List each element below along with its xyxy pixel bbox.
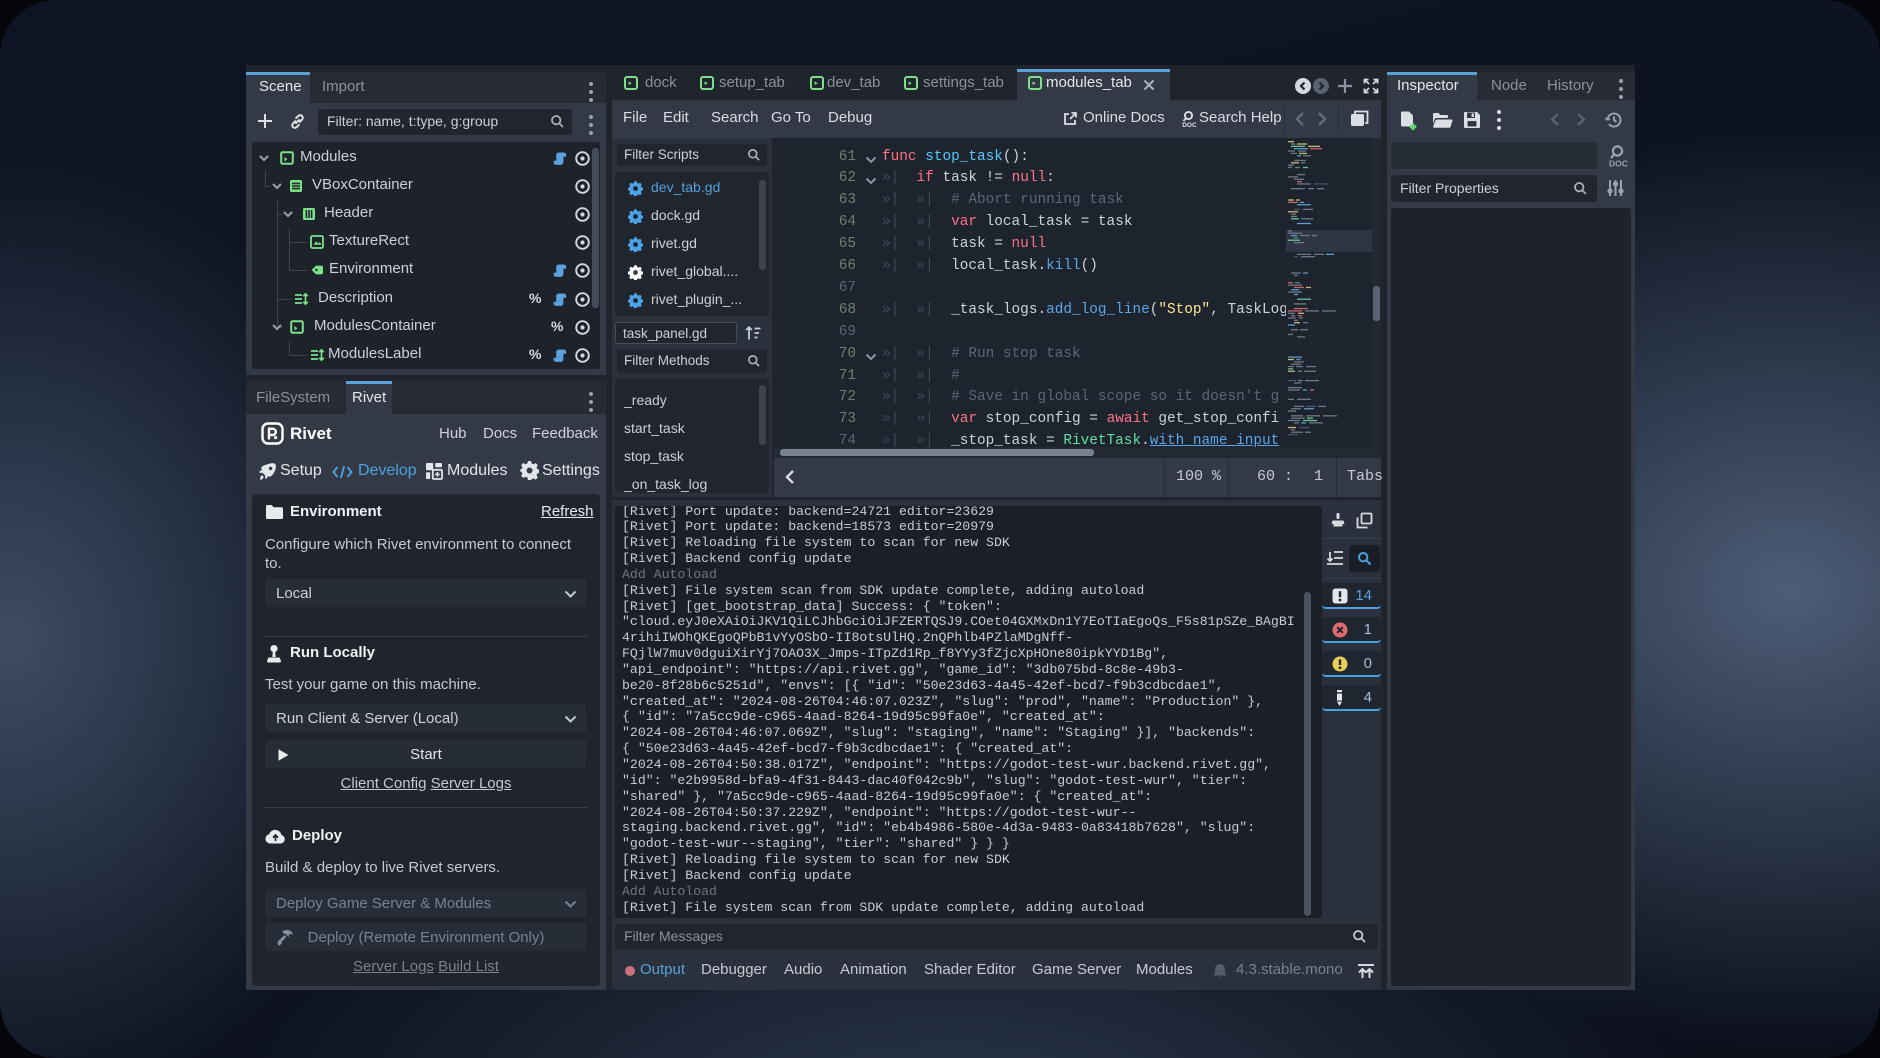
svg-text:DOC: DOC — [1182, 122, 1196, 128]
svg-text:DOC: DOC — [1609, 159, 1628, 169]
